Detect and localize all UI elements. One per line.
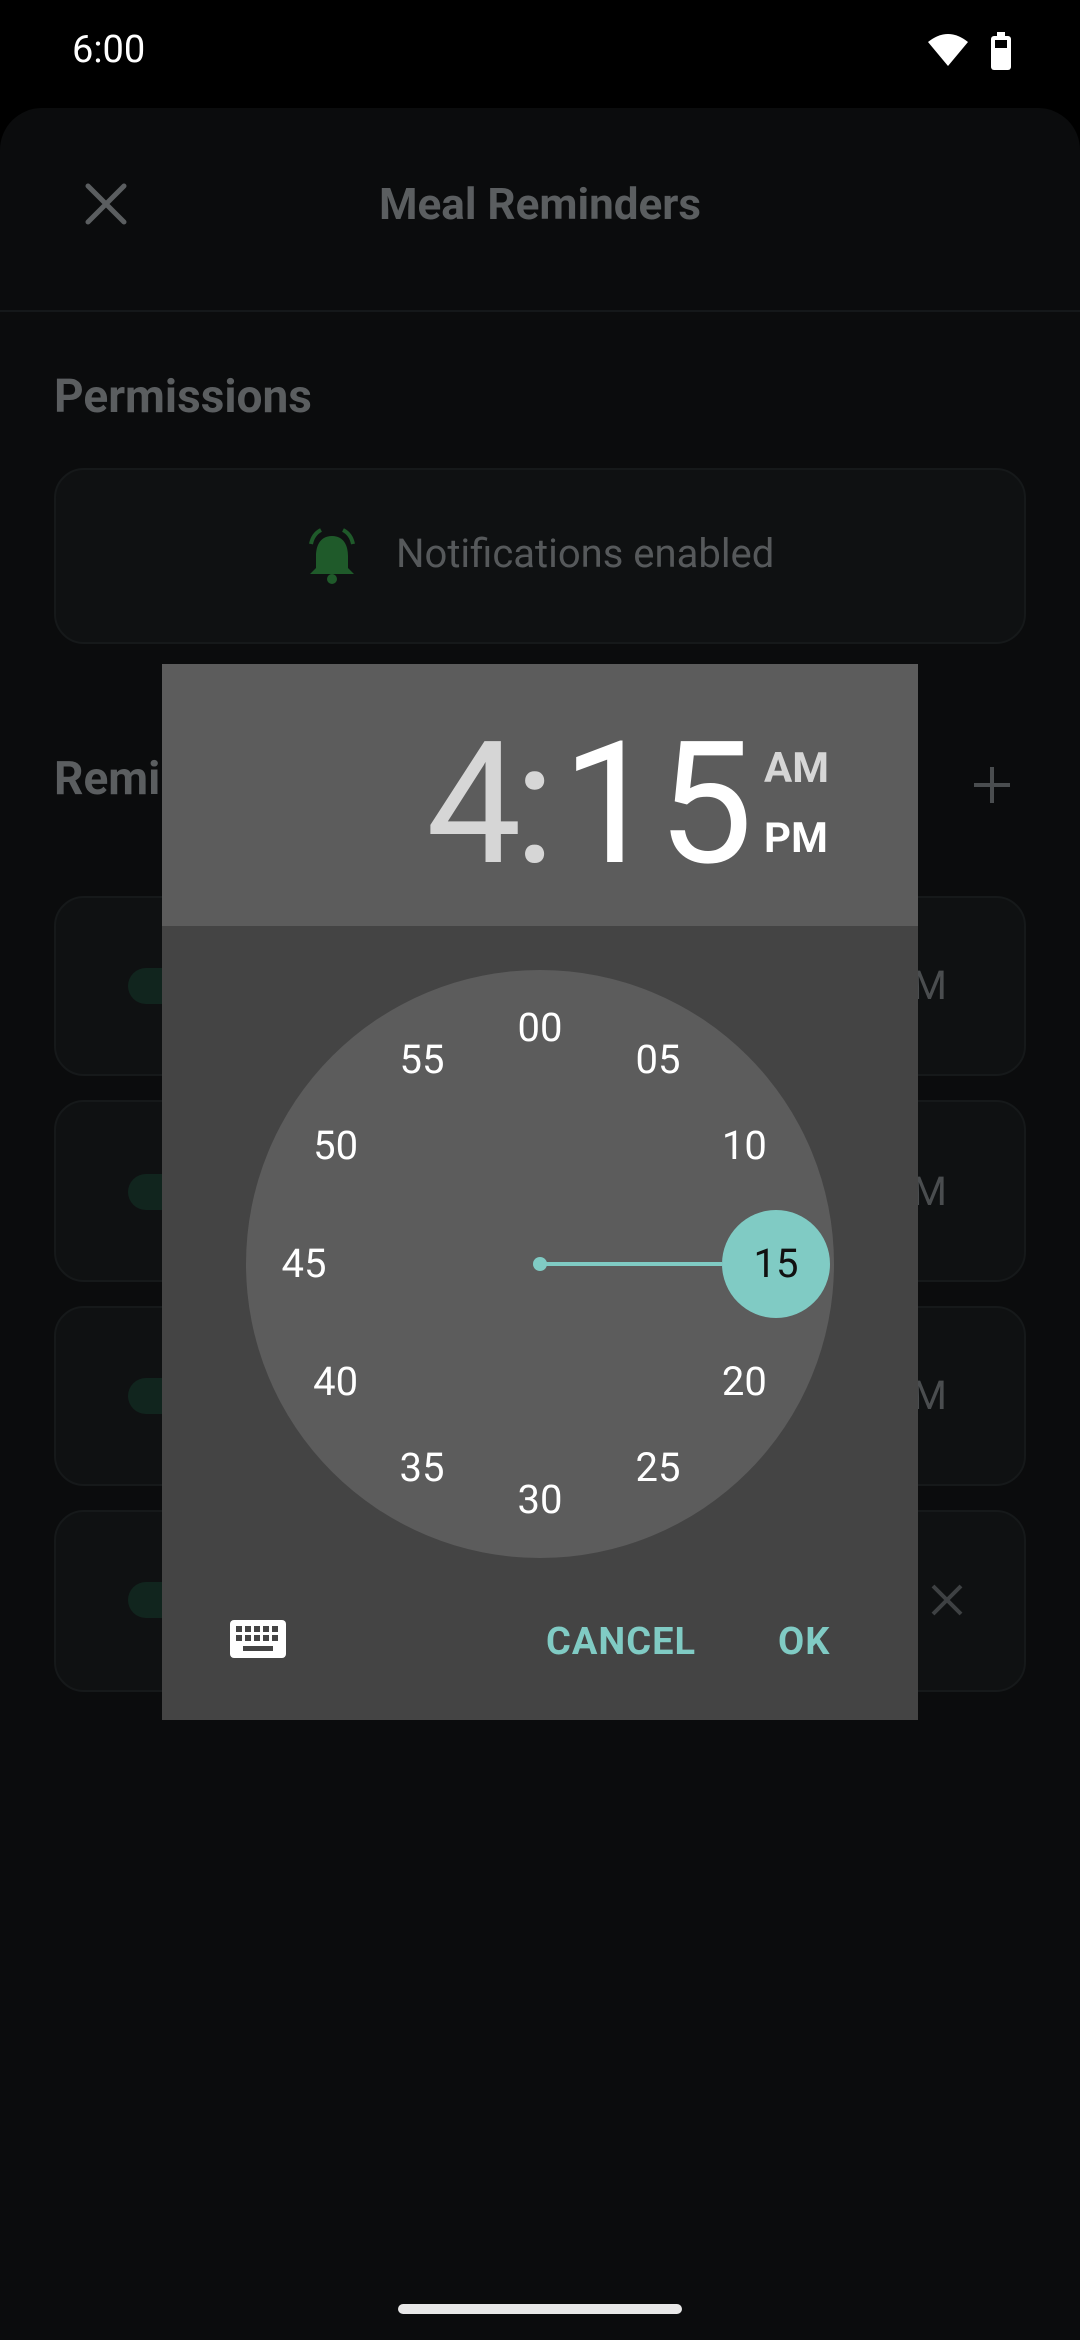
keyboard-icon[interactable] [230,1620,286,1658]
dial-minute-05[interactable]: 05 [618,1039,698,1080]
cancel-button[interactable]: CANCEL [546,1620,696,1664]
remove-icon[interactable] [930,1583,964,1617]
wifi-icon [928,34,968,66]
dial-minute-10[interactable]: 10 [704,1126,784,1166]
dial-minute-30[interactable]: 30 [500,1480,580,1520]
dial-minute-45[interactable]: 45 [264,1244,344,1284]
time-picker-dialog: 4 : 15 AM PM 00 05 10 15 20 25 30 35 40 45 50 55 CA… [162,664,918,1720]
dial-minute-20[interactable]: 20 [704,1362,784,1402]
dial-minute-40[interactable]: 40 [296,1362,376,1402]
home-indicator[interactable] [398,2304,682,2314]
add-icon[interactable] [972,765,1012,805]
ok-button[interactable]: OK [778,1620,830,1664]
dial-minute-25[interactable]: 25 [618,1448,698,1488]
battery-icon [991,32,1011,70]
dial-minute-55[interactable]: 55 [382,1039,462,1080]
bell-icon [309,528,355,584]
notifications-status-text: Notifications enabled [396,530,775,577]
dial-minute-35[interactable]: 35 [382,1448,462,1488]
status-icons [928,32,1012,70]
permissions-heading: Permissions [54,370,312,424]
status-time: 6:00 [72,28,146,72]
dial-minute-00[interactable]: 00 [500,1008,580,1048]
status-bar: 6:00 [0,0,1080,105]
page-title: Meal Reminders [378,178,702,230]
clock-hand [533,1257,722,1271]
dial-minute-50[interactable]: 50 [296,1126,376,1166]
dial-minute-15[interactable]: 15 [736,1244,816,1284]
reminders-heading: Remi [54,752,161,806]
